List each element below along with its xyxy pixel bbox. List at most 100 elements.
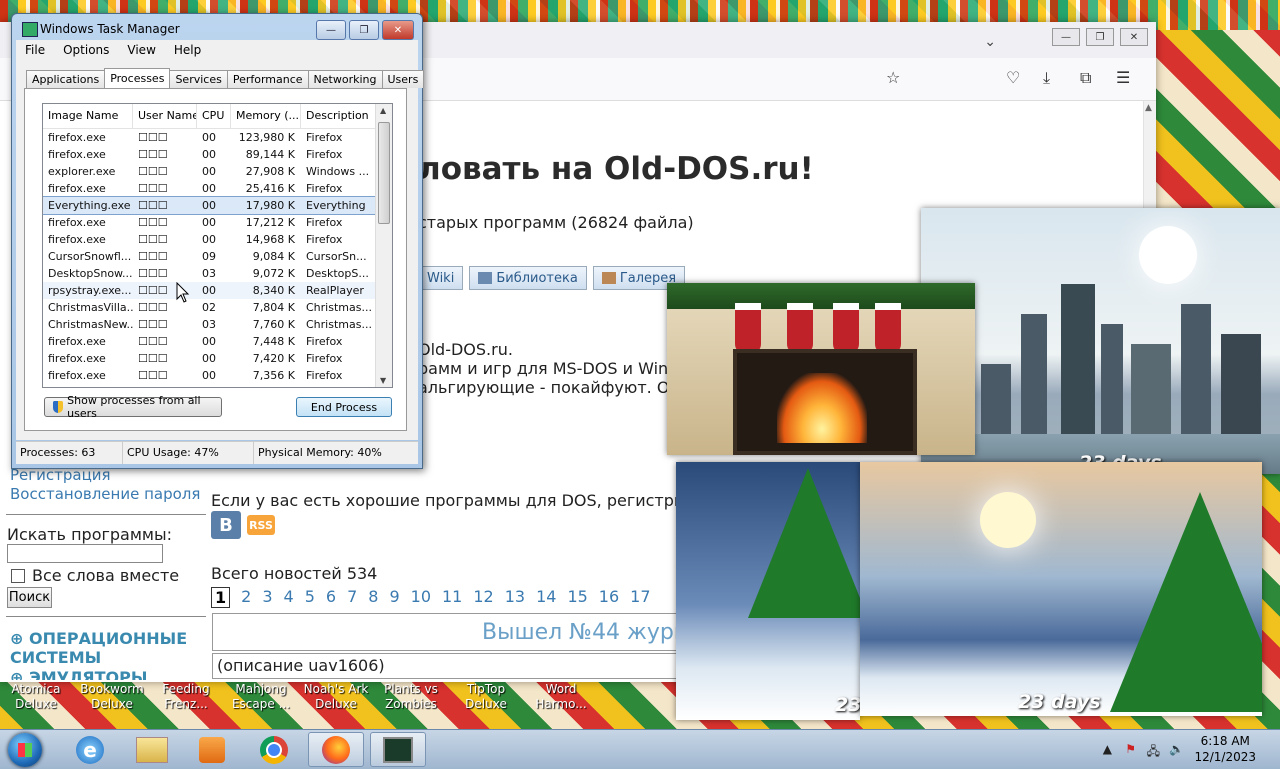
desktop-shortcut[interactable]: Feeding Frenz...	[150, 682, 222, 712]
tab-users[interactable]: Users	[381, 70, 425, 88]
tab-services[interactable]: Services	[169, 70, 228, 88]
taskbar-task-manager[interactable]	[370, 732, 426, 767]
desktop-shortcut[interactable]: Mahjong Escape ...	[225, 682, 297, 712]
process-row[interactable]: ChristmasNew... ☐☐☐ 03 7,760 K Christmas...	[43, 316, 392, 333]
taskbar-media-player[interactable]	[184, 732, 240, 767]
page-link[interactable]: 10	[411, 587, 431, 608]
process-row[interactable]: firefox.exe ☐☐☐ 00 17,212 K Firefox	[43, 214, 392, 231]
page-link[interactable]: 3	[262, 587, 272, 608]
all-words-checkbox[interactable]	[11, 569, 25, 583]
process-row[interactable]: firefox.exe ☐☐☐ 00 123,980 K Firefox	[43, 129, 392, 146]
desktop-shortcut[interactable]: Atomica Deluxe	[0, 682, 72, 712]
desktop-shortcut[interactable]: TipTop Deluxe	[450, 682, 522, 712]
scroll-thumb[interactable]	[378, 122, 390, 224]
desktop-shortcut[interactable]: Noah's Ark Deluxe	[300, 682, 372, 712]
column-user-name[interactable]: User Name	[133, 104, 197, 128]
tab-applications[interactable]: Applications	[26, 70, 106, 88]
process-row[interactable]: rpsystray.exe... ☐☐☐ 00 8,340 K RealPlayer	[43, 282, 392, 299]
taskbar-firefox[interactable]	[308, 732, 364, 767]
page-link[interactable]: 17	[630, 587, 650, 608]
page-link[interactable]: 14	[536, 587, 556, 608]
scroll-up-arrow-icon[interactable]: ▲	[1145, 103, 1152, 113]
page-link[interactable]: 9	[389, 587, 399, 608]
process-row[interactable]: firefox.exe ☐☐☐ 00 25,416 K Firefox	[43, 180, 392, 197]
page-link[interactable]: 12	[473, 587, 493, 608]
gadget-snow-tree[interactable]: 23 days	[676, 462, 860, 720]
page-link[interactable]: 4	[284, 587, 294, 608]
tab-networking[interactable]: Networking	[307, 70, 383, 88]
show-hidden-icons-icon[interactable]: ▲	[1103, 742, 1112, 756]
password-recovery-link[interactable]: Восстановление пароля	[10, 485, 200, 503]
menu-options[interactable]: Options	[54, 43, 118, 57]
taskbar-internet-explorer[interactable]: e	[62, 732, 118, 767]
firefox-minimize-button[interactable]: —	[1052, 28, 1080, 46]
process-row[interactable]: firefox.exe ☐☐☐ 00 7,356 K Firefox	[43, 367, 392, 384]
tm-close-button[interactable]: ✕	[382, 20, 414, 40]
gadget-fireplace[interactable]	[667, 283, 975, 455]
pocket-icon[interactable]: ♡	[1006, 68, 1020, 87]
bookmark-star-icon[interactable]: ☆	[886, 68, 900, 87]
page-link[interactable]: 11	[442, 587, 462, 608]
list-all-tabs-chevron-icon[interactable]: ⌄	[984, 34, 996, 50]
gadget-village-countdown[interactable]: 23 days	[860, 462, 1262, 716]
page-link[interactable]: 16	[599, 587, 619, 608]
search-button[interactable]: Поиск	[7, 587, 52, 608]
process-list-scrollbar[interactable]: ▲ ▼	[375, 104, 392, 387]
taskbar-explorer[interactable]	[124, 732, 180, 767]
taskbar-clock[interactable]: 6:18 AM 12/1/2023	[1194, 733, 1256, 765]
volume-icon[interactable]: 🔈	[1169, 742, 1184, 756]
extensions-icon[interactable]: ⧉	[1080, 68, 1091, 88]
menu-view[interactable]: View	[118, 43, 164, 57]
taskbar-chrome[interactable]	[246, 732, 302, 767]
menu-help[interactable]: Help	[165, 43, 210, 57]
page-link[interactable]: 5	[305, 587, 315, 608]
process-row[interactable]: firefox.exe ☐☐☐ 00 7,448 K Firefox	[43, 333, 392, 350]
search-input[interactable]	[7, 544, 163, 563]
page-link[interactable]: 7	[347, 587, 357, 608]
vk-button[interactable]: B	[211, 511, 241, 539]
page-link[interactable]: 8	[368, 587, 378, 608]
news-title[interactable]: Вышел №44 журн	[482, 620, 688, 645]
category-operating-systems[interactable]: ⊕ ОПЕРАЦИОННЫЕ СИСТЕМЫ	[10, 629, 200, 667]
tm-minimize-button[interactable]: —	[316, 20, 346, 40]
desktop-shortcut[interactable]: Plants vs Zombies	[375, 682, 447, 712]
action-center-flag-icon[interactable]: ⚑	[1125, 742, 1136, 756]
process-row[interactable]: firefox.exe ☐☐☐ 00 89,144 K Firefox	[43, 146, 392, 163]
desktop-shortcut[interactable]: Bookworm Deluxe	[76, 682, 148, 712]
scroll-down-arrow-icon[interactable]: ▼	[380, 376, 386, 385]
tm-maximize-button[interactable]: ❐	[349, 20, 379, 40]
column-memory[interactable]: Memory (...	[231, 104, 301, 128]
network-icon[interactable]: 🖧	[1147, 742, 1160, 763]
process-row[interactable]: CursorSnowfl... ☐☐☐ 09 9,084 K CursorSn...	[43, 248, 392, 265]
page-link[interactable]: 6	[326, 587, 336, 608]
category-emulators[interactable]: ⊕ ЭМУЛЯТОРЫ	[10, 668, 147, 680]
menu-file[interactable]: File	[16, 43, 54, 57]
process-row[interactable]: firefox.exe ☐☐☐ 00 14,968 K Firefox	[43, 231, 392, 248]
process-row[interactable]: Everything.exe ☐☐☐ 00 17,980 K Everything	[43, 196, 392, 215]
nav-library-button[interactable]: Библиотека	[469, 266, 587, 290]
tab-processes[interactable]: Processes	[104, 68, 171, 88]
process-row[interactable]: firefox.exe ☐☐☐ 00 7,420 K Firefox	[43, 350, 392, 367]
scroll-up-arrow-icon[interactable]: ▲	[380, 106, 386, 115]
end-process-button[interactable]: End Process	[296, 397, 392, 417]
page-link[interactable]: 13	[505, 587, 525, 608]
start-button[interactable]	[8, 733, 42, 767]
process-row[interactable]: ChristmasVilla... ☐☐☐ 02 7,804 K Christmas..…	[43, 299, 392, 316]
downloads-icon[interactable]: ⤓	[1043, 68, 1050, 88]
tab-performance[interactable]: Performance	[226, 70, 309, 88]
rss-button[interactable]: RSS	[247, 515, 275, 535]
process-row[interactable]: explorer.exe ☐☐☐ 00 27,908 K Windows ...	[43, 163, 392, 180]
nav-wiki-button[interactable]: Wiki	[418, 266, 464, 290]
process-list[interactable]: Image Name User Name CPU Memory (... Des…	[42, 103, 393, 388]
menu-hamburger-icon[interactable]: ☰	[1116, 68, 1130, 87]
column-image-name[interactable]: Image Name	[43, 104, 133, 128]
page-link[interactable]: 15	[567, 587, 587, 608]
process-row[interactable]: DesktopSnow... ☐☐☐ 03 9,072 K DesktopS...	[43, 265, 392, 282]
column-cpu[interactable]: CPU	[197, 104, 231, 128]
show-all-processes-button[interactable]: Show processes from all users	[44, 394, 222, 420]
page-link[interactable]: 2	[241, 587, 251, 608]
firefox-maximize-button[interactable]: ❐	[1086, 28, 1114, 46]
desktop-shortcut[interactable]: Word Harmo...	[525, 682, 597, 712]
firefox-close-button[interactable]: ✕	[1120, 28, 1148, 46]
page-link[interactable]: 1	[211, 587, 231, 608]
